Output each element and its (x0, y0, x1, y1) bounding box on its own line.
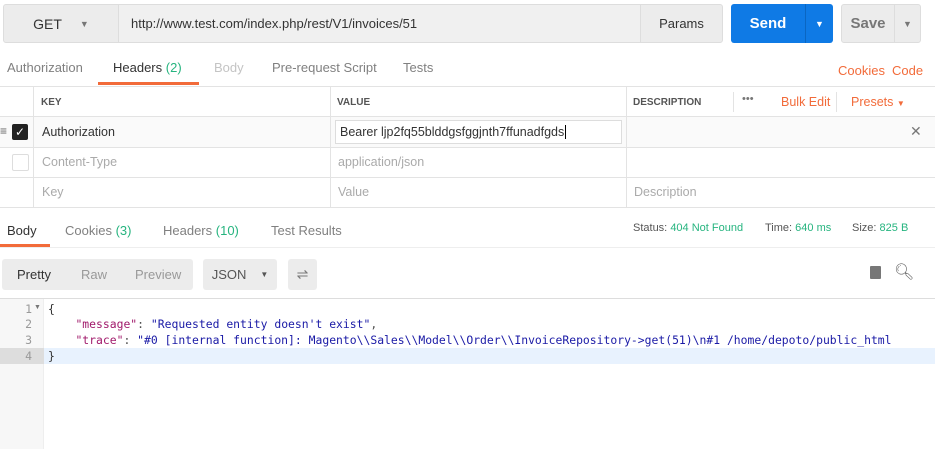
response-tab-test-results[interactable]: Test Results (271, 223, 342, 238)
time-readout: Time: 640 ms (765, 222, 831, 234)
raw-button[interactable]: Raw (81, 267, 107, 282)
response-editor[interactable]: 1 ▼ 2 3 4 { "message": "Requested entity… (0, 298, 935, 449)
line-number: 3 (25, 333, 32, 347)
json-value: "#0 [internal function]: Magento\\Sales\… (137, 333, 892, 347)
tab-tests[interactable]: Tests (403, 60, 433, 75)
active-tab-indicator (98, 82, 199, 85)
brace: } (48, 349, 55, 363)
wrap-lines-icon[interactable]: ⇌ (288, 259, 317, 290)
column-key: KEY (41, 97, 62, 108)
code-line: "trace": "#0 [internal function]: Magent… (75, 333, 892, 347)
header-key[interactable]: Authorization (42, 125, 115, 139)
code-line: } (48, 348, 55, 364)
save-label: Save (850, 15, 886, 32)
line-number: 4 (25, 349, 32, 363)
url-input[interactable]: http://www.test.com/index.php/rest/V1/in… (118, 4, 641, 43)
code-line: { (48, 301, 55, 317)
status-label: Status: (633, 222, 668, 234)
fold-icon[interactable]: ▼ (34, 304, 41, 311)
send-label: Send (749, 15, 787, 32)
key-input[interactable]: Key (42, 185, 64, 199)
value-input[interactable]: Value (338, 185, 369, 199)
cookies-link[interactable]: Cookies (838, 63, 885, 78)
description-input[interactable]: Description (634, 185, 697, 199)
send-button[interactable]: Send ▼ (731, 4, 833, 43)
chevron-down-icon[interactable]: ▼ (806, 19, 833, 29)
caret-down-icon: ▼ (896, 99, 905, 108)
params-button[interactable]: Params (640, 4, 723, 43)
bulk-edit-button[interactable]: Bulk Edit (781, 95, 830, 109)
header-key[interactable]: Content-Type (42, 155, 117, 169)
format-select[interactable]: JSON ▼ (203, 259, 277, 290)
tab-headers[interactable]: Headers (2) (113, 60, 182, 75)
tab-label: Headers (163, 223, 213, 238)
tab-count: (10) (215, 223, 239, 238)
tab-count: (3) (115, 223, 132, 238)
time-value: 640 ms (795, 222, 832, 234)
tab-label: Headers (113, 60, 163, 75)
size-label: Size: (852, 222, 877, 234)
response-tab-cookies[interactable]: Cookies (3) (65, 223, 131, 238)
row-checkbox[interactable]: ✓ (12, 124, 28, 140)
method-label: GET (33, 15, 62, 32)
save-button[interactable]: Save ▼ (841, 4, 921, 43)
presets-label: Presets (851, 95, 894, 109)
drag-handle-icon[interactable]: ≡ (0, 124, 7, 138)
tab-body[interactable]: Body (214, 60, 244, 75)
tab-count: (2) (165, 60, 182, 75)
preview-button[interactable]: Preview (135, 267, 181, 282)
json-key: "trace" (75, 333, 124, 347)
code-link[interactable]: Code (892, 63, 923, 78)
status-value: 404 Not Found (670, 222, 744, 234)
json-key: "message" (75, 317, 138, 331)
size-value: 825 B (879, 222, 909, 234)
response-tab-body[interactable]: Body (7, 223, 37, 238)
code-line: "message": "Requested entity doesn't exi… (75, 317, 378, 331)
format-label: JSON (211, 267, 247, 282)
time-label: Time: (765, 222, 793, 234)
column-value: VALUE (337, 97, 371, 108)
presets-dropdown[interactable]: Presets ▼ (851, 95, 905, 109)
response-tab-headers[interactable]: Headers (10) (163, 223, 239, 238)
pretty-button[interactable]: Pretty (17, 267, 51, 282)
method-select[interactable]: GET ▼ (3, 4, 119, 43)
brace: { (48, 302, 55, 316)
status-readout: Status: 404 Not Found (633, 222, 743, 234)
copy-icon[interactable] (870, 266, 881, 279)
header-value[interactable]: application/json (338, 155, 424, 169)
more-icon[interactable]: ••• (742, 93, 754, 105)
view-mode-group: Pretty Raw Preview (2, 259, 193, 290)
line-number: 2 (25, 317, 32, 331)
chevron-down-icon[interactable]: ▼ (895, 19, 920, 29)
header-value: Bearer ljp2fq55blddgsfggjnth7ffunadfgds (340, 125, 565, 139)
size-readout: Size: 825 B (852, 222, 908, 234)
chevron-down-icon: ▼ (79, 18, 89, 29)
caret-down-icon: ▼ (260, 270, 269, 279)
json-value: "Requested entity doesn't exist" (150, 317, 371, 331)
tab-authorization[interactable]: Authorization (7, 60, 83, 75)
column-description: DESCRIPTION (633, 97, 702, 108)
search-icon[interactable]: 🔍︎ (894, 262, 914, 282)
tab-pre-request-script[interactable]: Pre-request Script (272, 60, 377, 75)
tab-label: Cookies (65, 223, 112, 238)
header-value-input[interactable]: Bearer ljp2fq55blddgsfggjnth7ffunadfgds (335, 120, 622, 144)
row-checkbox[interactable] (12, 154, 29, 171)
close-icon[interactable]: ✕ (910, 123, 922, 140)
